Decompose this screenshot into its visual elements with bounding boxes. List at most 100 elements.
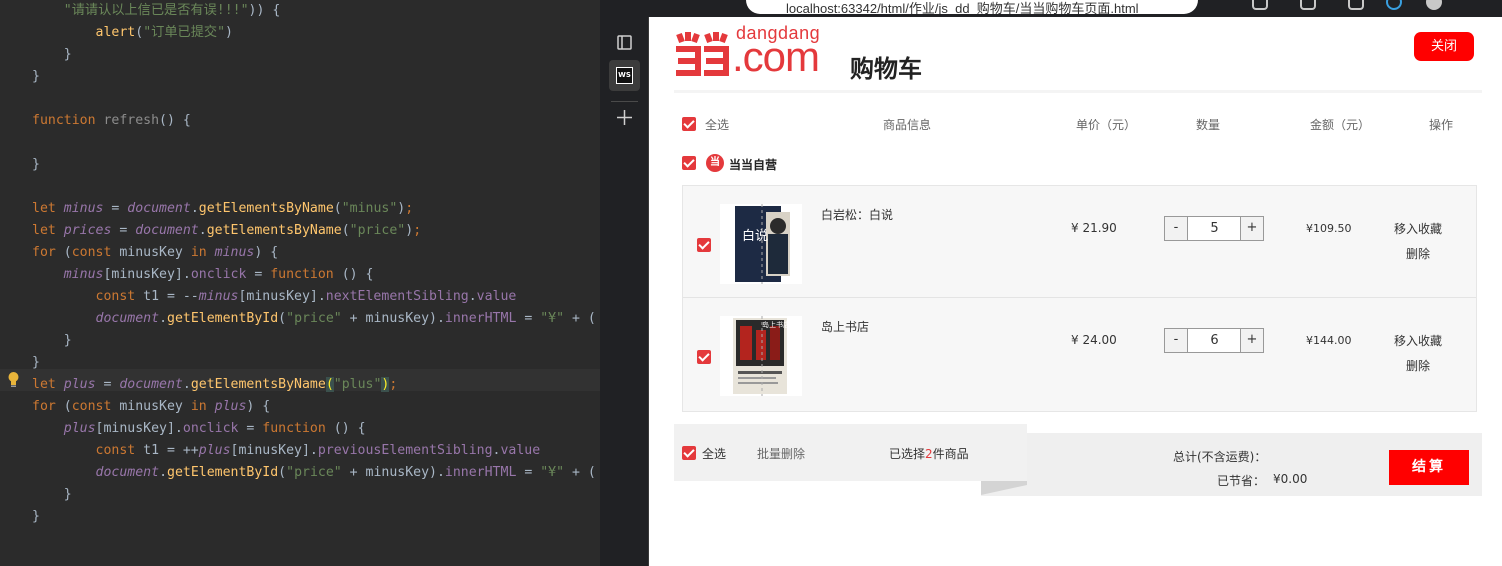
code-token: minus [63,201,104,216]
code-token: const [71,399,120,414]
code-token: } [32,509,40,524]
webstorm-tab[interactable]: WS [609,60,640,91]
code-token: "¥" [540,465,565,480]
code-token: document [95,465,160,480]
code-line[interactable]: "请请认以上信已是否有误!!!")) { [32,0,596,22]
minus-button[interactable]: - [1165,329,1188,352]
code-editor[interactable]: "请请认以上信已是否有误!!!")) { alert("订单已提交") }} fu… [0,0,600,566]
code-line[interactable]: for (const minusKey in minus) { [32,242,596,264]
webstorm-icon: WS [616,67,633,84]
code-line[interactable]: document.getElementById("price" + minusK… [32,462,596,484]
code-token: } [32,69,40,84]
code-token: () { [341,267,374,282]
code-token: . [190,201,199,216]
code-token: let [32,201,64,216]
footer-select-all-checkbox[interactable] [682,446,696,460]
code-line[interactable]: document.getElementById("price" + minusK… [32,308,596,330]
cart-items: 白说 白岩松：白说 ¥ 21.90 - 5 + ¥109.50 移入收藏 删除 [682,185,1477,412]
code-line[interactable]: } [32,484,596,506]
header-actions: 操作 [1429,118,1454,132]
code-token: prices [63,223,112,238]
code-token: . [198,223,207,238]
code-token: for [32,399,64,414]
code-token: let [32,223,64,238]
code-token: ; [405,201,414,216]
code-line[interactable]: const t1 = ++plus[minusKey].previousElem… [32,440,596,462]
code-line[interactable] [32,88,596,110]
code-token: + minusKey). [341,465,445,480]
tab-actions-icon [617,35,632,50]
code-token: ) [405,223,414,238]
code-line[interactable]: let minus = document.getElementsByName("… [32,198,596,220]
code-token: onclick [182,421,239,436]
lightbulb-icon[interactable] [7,371,20,388]
code-token: . [468,289,477,304]
plus-button[interactable]: + [1240,329,1263,352]
code-line[interactable]: } [32,44,596,66]
batch-delete-link[interactable]: 批量删除 [757,445,805,462]
code-line[interactable]: } [32,66,596,88]
item-checkbox[interactable] [697,350,711,364]
logo-com-text: .com [732,33,820,80]
code-line[interactable]: } [32,154,596,176]
code-line[interactable]: let plus = document.getElementsByName("p… [32,374,596,396]
code-line[interactable] [32,132,596,154]
code-token: () { [333,421,366,436]
code-token: const [95,289,144,304]
total-label: 总计(不含运费)： [1173,450,1267,464]
code-line[interactable]: for (const minusKey in plus) { [32,396,596,418]
move-to-favorites-link[interactable]: 移入收藏 [1394,332,1442,349]
shop-checkbox[interactable] [682,156,696,170]
quantity-input[interactable]: 6 [1189,329,1240,352]
book-cover-dao-shang-shu-dian[interactable]: 岛上书店 [720,316,802,396]
address-bar[interactable]: localhost:63342/html/作业/js_dd_购物车/当当购物车页… [746,0,1198,14]
code-token: in [190,245,215,260]
code-line[interactable]: } [32,506,596,528]
code-token: . [182,377,191,392]
code-line[interactable]: plus[minusKey].onclick = function () { [32,418,596,440]
code-line[interactable]: } [32,352,596,374]
new-tab-button[interactable] [609,102,640,133]
code-token: nextElementSibling [325,289,469,304]
item-title[interactable]: 白岩松：白说 [821,206,893,223]
favorites-icon[interactable] [1300,0,1316,10]
delete-link[interactable]: 删除 [1406,357,1430,374]
code-line[interactable]: } [32,330,596,352]
code-token: [minusKey]. [238,289,326,304]
code-token: "price" [349,223,406,238]
code-lines[interactable]: "请请认以上信已是否有误!!!")) { alert("订单已提交") }} fu… [32,0,596,528]
item-checkbox[interactable] [697,238,711,252]
code-token: plus [63,377,96,392]
code-token: function [32,113,104,128]
code-token: "price" [286,465,342,480]
collections-icon[interactable] [1348,0,1364,10]
header-amount: 金额（元） [1310,118,1371,132]
plus-button[interactable]: + [1240,217,1263,240]
profile-avatar[interactable] [1426,0,1442,10]
item-title[interactable]: 岛上书店 [821,318,869,335]
tab-actions-button[interactable] [609,27,640,58]
code-line[interactable]: alert("订单已提交") [32,22,596,44]
close-button[interactable]: 关闭 [1414,32,1474,61]
quantity-input[interactable]: 5 [1189,217,1240,240]
select-all-checkbox[interactable] [682,117,696,131]
book-cover-bai-shuo[interactable]: 白说 [720,204,802,284]
quantity-stepper[interactable]: - 6 + [1164,328,1264,353]
code-line[interactable]: let prices = document.getElementsByName(… [32,220,596,242]
checkout-button[interactable]: 结算 [1389,450,1469,485]
move-to-favorites-link[interactable]: 移入收藏 [1394,220,1442,237]
code-line[interactable]: function refresh() { [32,110,596,132]
code-token: = [238,421,263,436]
code-token: [minusKey]. [103,267,191,282]
minus-button[interactable]: - [1165,217,1188,240]
code-line[interactable]: const t1 = --minus[minusKey].nextElement… [32,286,596,308]
quantity-stepper[interactable]: - 5 + [1164,216,1264,241]
dangdang-logo: dangdang .com 购物车 [674,23,954,83]
edge-icon[interactable] [1386,0,1402,10]
code-line[interactable] [32,176,596,198]
extensions-icon[interactable] [1252,0,1268,10]
delete-link[interactable]: 删除 [1406,245,1430,262]
code-line[interactable]: minus[minusKey].onclick = function () { [32,264,596,286]
